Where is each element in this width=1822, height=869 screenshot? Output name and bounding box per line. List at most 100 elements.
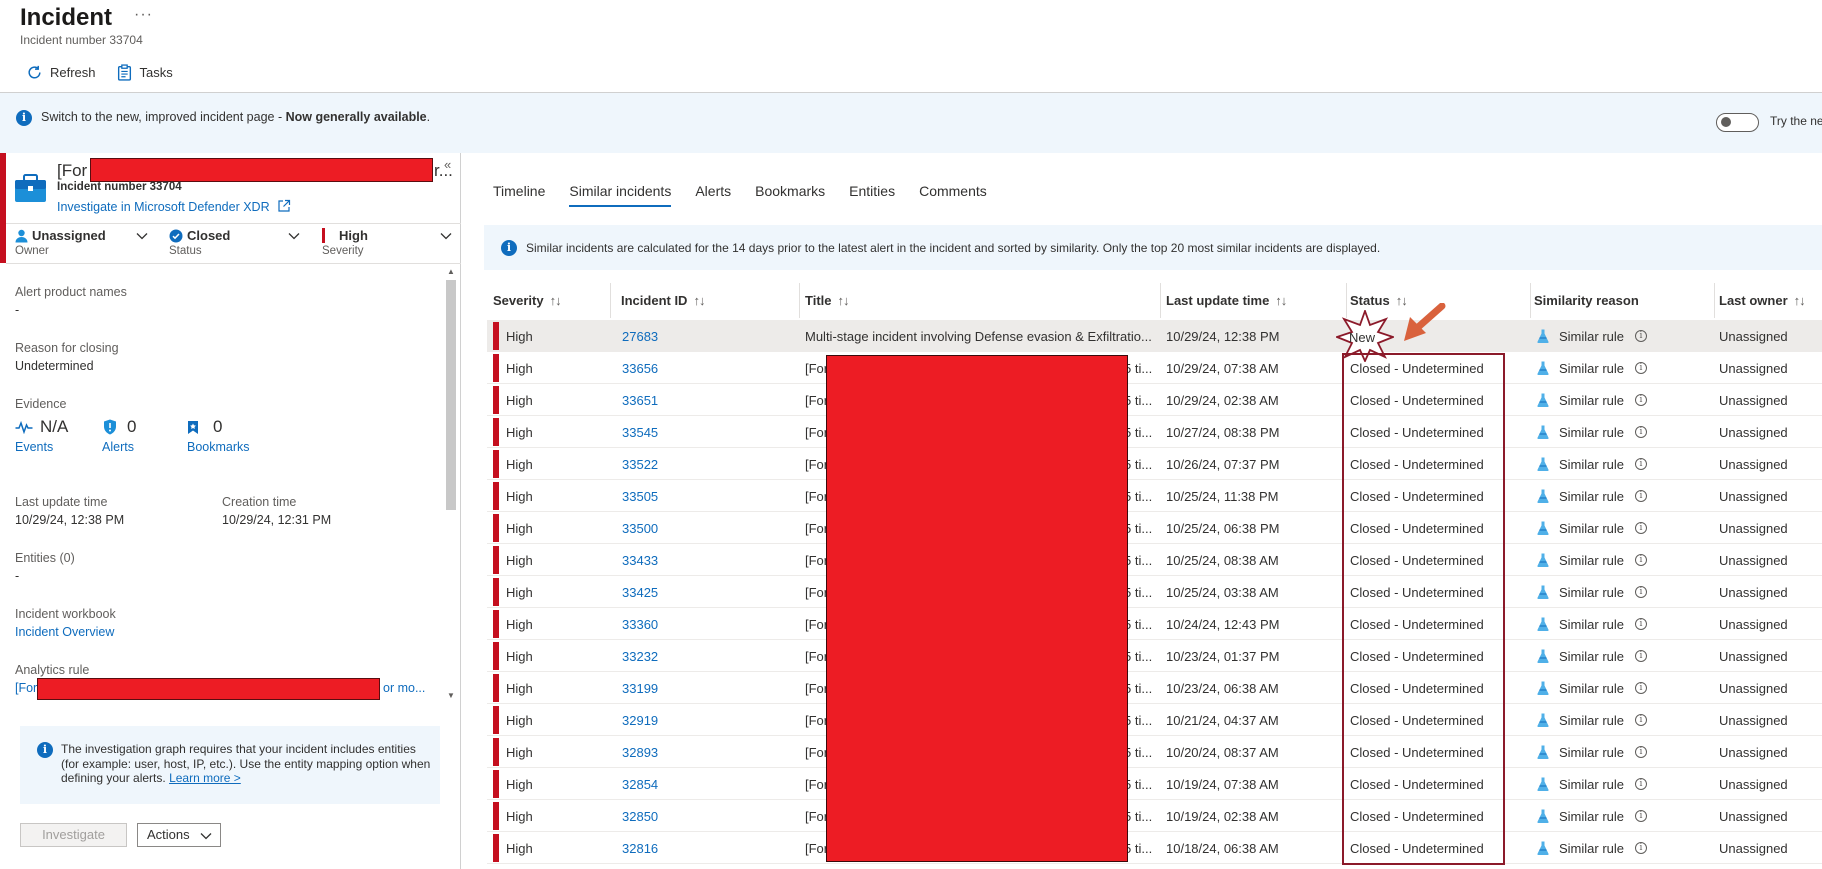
- new-experience-toggle[interactable]: [1716, 113, 1759, 132]
- info-circle-icon[interactable]: i: [1635, 426, 1647, 438]
- row-incident-id-link[interactable]: 32816: [622, 841, 658, 856]
- row-incident-id-link[interactable]: 33199: [622, 681, 658, 696]
- row-incident-id-link[interactable]: 33522: [622, 457, 658, 472]
- row-incident-id-link[interactable]: 32854: [622, 777, 658, 792]
- table-row[interactable]: High 27683 Multi-stage incident involvin…: [487, 320, 1822, 352]
- column-divider[interactable]: [799, 283, 800, 318]
- table-row[interactable]: High 32919 [For 5 ti... 10/21/24, 04:37 …: [487, 704, 1822, 736]
- table-row[interactable]: High 32854 [For 5 ti... 10/19/24, 07:38 …: [487, 768, 1822, 800]
- table-row[interactable]: High 33505 [For 5 ti... 10/25/24, 11:38 …: [487, 480, 1822, 512]
- investigate-button[interactable]: Investigate: [20, 823, 127, 847]
- info-circle-icon[interactable]: i: [1635, 554, 1647, 566]
- severity-dropdown[interactable]: High Severity: [322, 228, 457, 262]
- info-circle-icon[interactable]: i: [1635, 458, 1647, 470]
- column-header-title[interactable]: Title ↑↓: [805, 293, 850, 308]
- refresh-button[interactable]: Refresh: [26, 64, 96, 81]
- analytics-rule-more-link[interactable]: or mo...: [383, 681, 425, 695]
- table-row[interactable]: High 33545 [For 5 ti... 10/27/24, 08:38 …: [487, 416, 1822, 448]
- row-incident-id-link[interactable]: 33500: [622, 521, 658, 536]
- column-header-severity[interactable]: Severity ↑↓: [493, 293, 562, 308]
- row-incident-id-link[interactable]: 32893: [622, 745, 658, 760]
- investigate-defender-link[interactable]: Investigate in Microsoft Defender XDR: [57, 199, 291, 214]
- row-incident-id-link[interactable]: 33425: [622, 585, 658, 600]
- row-incident-id-link[interactable]: 33505: [622, 489, 658, 504]
- row-severity: High: [506, 809, 533, 824]
- column-divider[interactable]: [1530, 283, 1531, 318]
- table-row[interactable]: High 33656 [For 5 ti... 10/29/24, 07:38 …: [487, 352, 1822, 384]
- incident-workbook-link[interactable]: Incident Overview: [15, 625, 114, 639]
- info-circle-icon[interactable]: i: [1635, 714, 1647, 726]
- row-incident-id-link[interactable]: 33360: [622, 617, 658, 632]
- toggle-label: Try the ne: [1770, 114, 1822, 128]
- column-divider[interactable]: [1160, 283, 1161, 318]
- more-options-icon[interactable]: ···: [134, 6, 153, 24]
- scrollbar-thumb[interactable]: [446, 280, 456, 510]
- sort-icon: ↑↓: [1275, 293, 1287, 308]
- row-incident-id-link[interactable]: 32850: [622, 809, 658, 824]
- column-header-last-owner[interactable]: Last owner ↑↓: [1719, 293, 1806, 308]
- actions-button[interactable]: Actions: [137, 823, 221, 847]
- row-incident-id-link[interactable]: 33656: [622, 361, 658, 376]
- row-title-tail: 5 ti...: [1124, 681, 1153, 696]
- reason-for-closing-label: Reason for closing: [15, 341, 119, 355]
- flask-icon: [1537, 841, 1549, 855]
- tab-comments[interactable]: Comments: [919, 183, 987, 206]
- info-circle-icon[interactable]: i: [1635, 394, 1647, 406]
- info-circle-icon[interactable]: i: [1635, 682, 1647, 694]
- table-row[interactable]: High 33360 [For 5 ti... 10/24/24, 12:43 …: [487, 608, 1822, 640]
- analytics-rule-link[interactable]: [For: [15, 681, 37, 695]
- info-circle-icon[interactable]: i: [1635, 810, 1647, 822]
- column-header-incident-id[interactable]: Incident ID ↑↓: [621, 293, 705, 308]
- table-row[interactable]: High 33232 [For 5 ti... 10/23/24, 01:37 …: [487, 640, 1822, 672]
- row-incident-id-link[interactable]: 33232: [622, 649, 658, 664]
- column-header-last-update-time[interactable]: Last update time ↑↓: [1166, 293, 1287, 308]
- info-circle-icon[interactable]: i: [1635, 778, 1647, 790]
- learn-more-link[interactable]: Learn more >: [169, 771, 241, 785]
- table-row[interactable]: High 33425 [For 5 ti... 10/25/24, 03:38 …: [487, 576, 1822, 608]
- row-incident-id-link[interactable]: 32919: [622, 713, 658, 728]
- column-divider[interactable]: [1714, 283, 1715, 318]
- row-last-update-time: 10/26/24, 07:37 PM: [1166, 457, 1280, 472]
- info-circle-icon[interactable]: i: [1635, 490, 1647, 502]
- table-row[interactable]: High 33199 [For 5 ti... 10/23/24, 06:38 …: [487, 672, 1822, 704]
- column-header-similarity-reason[interactable]: Similarity reason: [1534, 293, 1639, 308]
- table-row[interactable]: High 33500 [For 5 ti... 10/25/24, 06:38 …: [487, 512, 1822, 544]
- row-last-owner: Unassigned: [1719, 745, 1788, 760]
- tab-timeline[interactable]: Timeline: [493, 183, 545, 206]
- alerts-link[interactable]: Alerts: [102, 440, 134, 454]
- table-row[interactable]: High 32850 [For 5 ti... 10/19/24, 02:38 …: [487, 800, 1822, 832]
- column-header-status[interactable]: Status ↑↓: [1350, 293, 1408, 308]
- row-incident-id-link[interactable]: 33651: [622, 393, 658, 408]
- info-circle-icon[interactable]: i: [1635, 842, 1647, 854]
- info-circle-icon[interactable]: i: [1635, 650, 1647, 662]
- table-row[interactable]: High 33651 [For 5 ti... 10/29/24, 02:38 …: [487, 384, 1822, 416]
- info-circle-icon[interactable]: i: [1635, 362, 1647, 374]
- scroll-down-icon[interactable]: ▼: [447, 691, 455, 700]
- events-link[interactable]: Events: [15, 440, 53, 454]
- info-circle-icon[interactable]: i: [1635, 746, 1647, 758]
- row-title-tail: 5 ti...: [1124, 425, 1153, 440]
- row-last-update-time: 10/20/24, 08:37 AM: [1166, 745, 1279, 760]
- column-divider[interactable]: [610, 283, 611, 318]
- tab-alerts[interactable]: Alerts: [695, 183, 731, 206]
- tasks-button[interactable]: Tasks: [116, 64, 173, 81]
- info-circle-icon[interactable]: i: [1635, 586, 1647, 598]
- tab-bookmarks[interactable]: Bookmarks: [755, 183, 825, 206]
- row-incident-id-link[interactable]: 27683: [622, 329, 658, 344]
- table-row[interactable]: High 33433 [For 5 ti... 10/25/24, 08:38 …: [487, 544, 1822, 576]
- table-row[interactable]: High 32816 [For 5 ti... 10/18/24, 06:38 …: [487, 832, 1822, 864]
- tab-similar-incidents[interactable]: Similar incidents: [569, 183, 671, 207]
- info-circle-icon[interactable]: i: [1635, 522, 1647, 534]
- table-row[interactable]: High 32893 [For 5 ti... 10/20/24, 08:37 …: [487, 736, 1822, 768]
- row-incident-id-link[interactable]: 33433: [622, 553, 658, 568]
- owner-dropdown[interactable]: Unassigned Owner: [15, 228, 155, 262]
- scroll-up-icon[interactable]: ▲: [447, 267, 455, 276]
- info-circle-icon[interactable]: i: [1635, 618, 1647, 630]
- row-similarity-reason: Similar rule: [1559, 521, 1625, 536]
- info-circle-icon[interactable]: i: [1635, 330, 1647, 342]
- tab-entities[interactable]: Entities: [849, 183, 895, 206]
- row-incident-id-link[interactable]: 33545: [622, 425, 658, 440]
- status-dropdown[interactable]: Closed Status: [169, 228, 304, 262]
- bookmarks-link[interactable]: Bookmarks: [187, 440, 250, 454]
- table-row[interactable]: High 33522 [For 5 ti... 10/26/24, 07:37 …: [487, 448, 1822, 480]
